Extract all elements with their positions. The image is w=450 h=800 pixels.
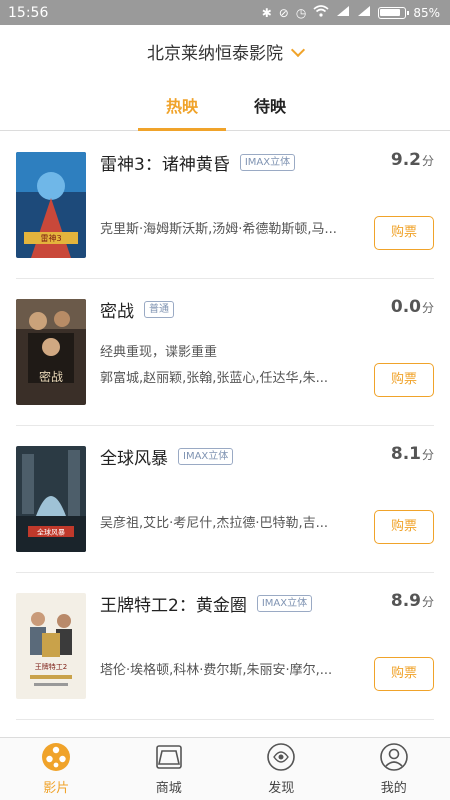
nav-item-shop[interactable]: 商城 (113, 738, 226, 800)
movie-title-row: 密战 普通 (100, 297, 174, 322)
movie-poster[interactable]: 密战 (16, 299, 86, 405)
movie-item[interactable]: 全球风暴 全球风暴 IMAX立体 8.1分 吴彦祖,艾比·考尼什,杰拉德·巴特勒… (16, 426, 434, 573)
movie-item[interactable]: 密战 密战 普通 0.0分 经典重现，谍影重重 郭富城,赵丽颖,张翰,张蓝心,任… (16, 279, 434, 426)
tab-coming-soon[interactable]: 待映 (230, 93, 310, 117)
nav-item-profile[interactable]: 我的 (338, 738, 450, 800)
movie-title-row: 雷神3：诸神黄昏 IMAX立体 (100, 150, 296, 175)
signal-icon-2 (357, 5, 371, 20)
header: 北京莱纳恒泰影院 热映 待映 (0, 25, 450, 131)
score-unit: 分 (421, 448, 434, 462)
movie-title-row: 王牌特工2：黄金圈 IMAX立体 (100, 591, 313, 616)
movie-cast: 克里斯·海姆斯沃斯,汤姆·希德勒斯顿,马... (100, 222, 337, 237)
movie-item[interactable]: 雷神3 雷神3：诸神黄昏 IMAX立体 9.2分 克里斯·海姆斯沃斯,汤姆·希德… (16, 132, 434, 279)
movie-description: 经典重现，谍影重重 (100, 345, 218, 360)
movie-list: 雷神3 雷神3：诸神黄昏 IMAX立体 9.2分 克里斯·海姆斯沃斯,汤姆·希德… (0, 132, 450, 720)
battery-level: 85% (413, 5, 440, 20)
bottom-nav: 影片 商城 发现 我的 (0, 737, 450, 800)
signal-icon (336, 5, 350, 20)
discover-icon (267, 743, 296, 771)
buy-ticket-button[interactable]: 购票 (374, 657, 434, 691)
wifi-icon (313, 5, 329, 20)
movie-score: 0.0分 (391, 297, 434, 317)
movie-item[interactable]: 王牌特工2 王牌特工2：黄金圈 IMAX立体 8.9分 塔伦·埃格顿,科林·费尔… (16, 573, 434, 720)
nav-label: 影片 (43, 781, 70, 796)
nav-item-films[interactable]: 影片 (0, 738, 113, 800)
movie-title-row: 全球风暴 IMAX立体 (100, 444, 234, 469)
mute-icon: ⊘ (278, 5, 289, 20)
alarm-icon: ◷ (295, 5, 307, 20)
buy-ticket-button[interactable]: 购票 (374, 510, 434, 544)
score-unit: 分 (421, 301, 434, 315)
movie-title: 密战 (100, 302, 134, 322)
cinema-selector[interactable]: 北京莱纳恒泰影院 (0, 39, 450, 64)
movie-poster[interactable]: 王牌特工2 (16, 593, 86, 699)
movie-score: 9.2分 (391, 150, 434, 170)
score-unit: 分 (421, 154, 434, 168)
film-reel-icon (42, 743, 71, 771)
movie-poster[interactable]: 雷神3 (16, 152, 86, 258)
format-badge: IMAX立体 (178, 448, 234, 465)
chevron-down-icon (290, 42, 306, 58)
bluetooth-icon: ✱ (261, 5, 272, 20)
poster-title: 雷神3 (40, 233, 61, 243)
movie-cast: 塔伦·埃格顿,科林·费尔斯,朱丽安·摩尔,... (100, 663, 333, 678)
movie-score: 8.9分 (391, 591, 434, 611)
score-value: 8.9 (390, 591, 421, 611)
movie-score: 8.1分 (391, 444, 434, 464)
format-badge: 普通 (144, 301, 174, 318)
profile-icon (379, 743, 408, 771)
movie-cast: 吴彦祖,艾比·考尼什,杰拉德·巴特勒,吉... (100, 516, 329, 531)
format-badge: IMAX立体 (256, 595, 313, 612)
score-value: 0.0 (390, 297, 421, 317)
active-tab-indicator (138, 128, 226, 131)
movie-title: 全球风暴 (100, 449, 168, 469)
nav-item-discover[interactable]: 发现 (225, 738, 338, 800)
movie-title: 雷神3：诸神黄昏 (100, 155, 230, 175)
score-unit: 分 (421, 595, 434, 609)
status-bar: 15:56 ✱ ⊘ ◷ 85% (0, 0, 450, 25)
shop-icon (155, 745, 182, 769)
tab-now-showing[interactable]: 热映 (142, 93, 222, 117)
buy-ticket-button[interactable]: 购票 (374, 363, 434, 397)
poster-title: 王牌特工2 (35, 662, 67, 671)
movie-title: 王牌特工2：黄金圈 (100, 596, 247, 616)
cinema-name: 北京莱纳恒泰影院 (147, 44, 283, 64)
nav-label: 商城 (155, 781, 182, 796)
format-badge: IMAX立体 (239, 154, 296, 171)
score-value: 8.1 (390, 444, 421, 464)
movie-poster[interactable]: 全球风暴 (16, 446, 86, 552)
poster-title: 密战 (39, 369, 63, 384)
status-icons: ✱ ⊘ ◷ 85% (262, 5, 440, 20)
score-value: 9.2 (390, 150, 421, 170)
poster-title: 全球风暴 (37, 528, 65, 537)
battery-icon (378, 6, 410, 19)
nav-label: 我的 (380, 781, 407, 796)
status-time: 15:56 (8, 4, 49, 21)
buy-ticket-button[interactable]: 购票 (374, 216, 434, 250)
tab-bar: 热映 待映 (0, 93, 450, 131)
nav-label: 发现 (268, 781, 295, 796)
movie-cast: 郭富城,赵丽颖,张翰,张蓝心,任达华,朱... (100, 371, 329, 386)
